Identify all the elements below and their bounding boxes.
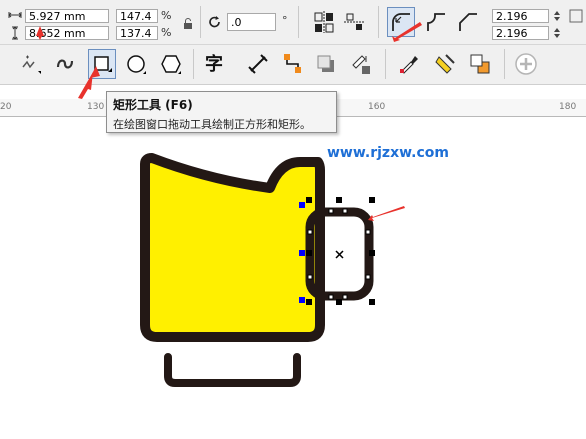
red-arrow-icon	[36, 26, 44, 40]
tooltip-title: 矩形工具 (F6)	[113, 98, 193, 112]
rectangle-tool-tooltip: 矩形工具 (F6) 在绘图窗口拖动工具绘制正方形和矩形。	[106, 91, 337, 133]
center-x-marker	[335, 250, 344, 259]
red-arrow-icon	[392, 22, 422, 42]
red-arrow-icon	[90, 66, 100, 78]
tooltip-description: 在绘图窗口拖动工具绘制正方形和矩形。	[113, 118, 311, 131]
red-arrow-icon	[368, 206, 405, 221]
cup-body-shape[interactable]	[140, 153, 325, 342]
red-arrow-icon	[78, 72, 93, 99]
node-marker[interactable]	[299, 202, 305, 208]
watermark-text: www.rjzxw.com	[327, 145, 449, 161]
node-marker[interactable]	[299, 297, 305, 303]
drawing-canvas[interactable]	[0, 0, 586, 439]
node-marker[interactable]	[299, 250, 305, 256]
cup-base-shape[interactable]	[164, 353, 301, 387]
